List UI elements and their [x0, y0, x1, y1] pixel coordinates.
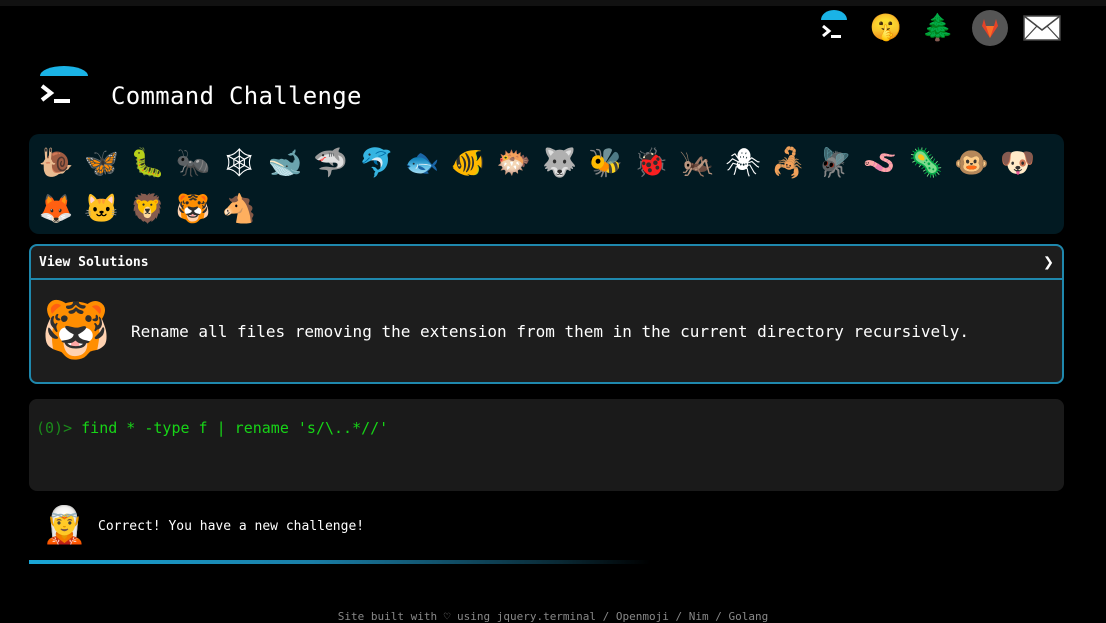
dolphin-icon[interactable]: 🐬 [354, 140, 400, 186]
terminal[interactable]: (0)> find * -type f | rename 's/\..*//' [29, 399, 1064, 491]
chevron-right-icon: ❯ [1043, 251, 1054, 273]
spider-web-icon[interactable]: 🕸 [216, 140, 262, 186]
horse-icon[interactable]: 🐴 [216, 186, 262, 232]
page-title: Command Challenge [111, 82, 362, 110]
challenge-text: Rename all files removing the extension … [131, 321, 970, 341]
terminal-logo-icon[interactable] [814, 10, 854, 46]
tropical-fish-icon[interactable]: 🐠 [445, 140, 491, 186]
challenge-animal-strip: 🐌 🦋 🐛 🐜 🕸 🐋 🦈 🐬 🐟 🐠 🐡 🐺 🐝 🐞 🦗 🕷 🦂 🪰 🪱 🦠 🐵 🐶 🦊 🐱 🦁 🐯 🐴 [29, 134, 1064, 234]
worm-icon[interactable]: 🪱 [857, 140, 903, 186]
elf-avatar-icon: 🧝 [42, 505, 87, 546]
cat-icon[interactable]: 🐱 [79, 186, 125, 232]
terminal-command-line[interactable]: (0)> find * -type f | rename 's/\..*//' [36, 419, 1057, 437]
spider-icon[interactable]: 🕷 [720, 140, 766, 186]
butterfly-icon[interactable]: 🦋 [79, 140, 125, 186]
gitlab-icon[interactable] [970, 10, 1010, 46]
top-border [0, 0, 1106, 6]
wolf-icon[interactable]: 🐺 [537, 140, 583, 186]
fish-icon[interactable]: 🐟 [399, 140, 445, 186]
bee-icon[interactable]: 🐝 [583, 140, 629, 186]
footer: Site built with ♡ using jquery.terminal … [337, 610, 769, 623]
tiger-icon[interactable]: 🐯 [170, 186, 216, 232]
result-message: 🧝 Correct! You have a new challenge! [42, 502, 364, 550]
microbe-icon[interactable]: 🦠 [903, 140, 949, 186]
cricket-icon[interactable]: 🦗 [674, 140, 720, 186]
shark-icon[interactable]: 🦈 [308, 140, 354, 186]
ant-icon[interactable]: 🐜 [170, 140, 216, 186]
dog-icon[interactable]: 🐶 [995, 140, 1041, 186]
progress-bar [29, 560, 1064, 564]
blowfish-icon[interactable]: 🐡 [491, 140, 537, 186]
fox-icon[interactable]: 🦊 [33, 186, 79, 232]
scorpion-icon[interactable]: 🦂 [766, 140, 812, 186]
challenge-description: 🐯 Rename all files removing the extensio… [31, 280, 1062, 382]
progress-fill [29, 560, 650, 564]
whale-icon[interactable]: 🐋 [262, 140, 308, 186]
solutions-panel: View Solutions ❯ 🐯 Rename all files remo… [29, 244, 1064, 384]
fly-icon[interactable]: 🪰 [812, 140, 858, 186]
view-solutions-label: View Solutions [39, 254, 149, 270]
tiger-icon: 🐯 [41, 298, 111, 363]
result-text: Correct! You have a new challenge! [98, 518, 365, 534]
prompt-prefix: (0)> [36, 419, 73, 437]
ladybug-icon[interactable]: 🐞 [628, 140, 674, 186]
caterpillar-icon[interactable]: 🐛 [125, 140, 171, 186]
terminal-logo-icon [38, 66, 90, 112]
snail-icon[interactable]: 🐌 [33, 140, 79, 186]
monkey-icon[interactable]: 🐵 [949, 140, 995, 186]
tree-icon[interactable]: 🌲 [918, 10, 958, 46]
shushing-face-icon[interactable]: 🤫 [866, 10, 906, 46]
lion-icon[interactable]: 🦁 [125, 186, 171, 232]
mail-icon[interactable] [1022, 10, 1062, 46]
top-nav-icons: 🤫 🌲 [814, 10, 1062, 46]
view-solutions-toggle[interactable]: View Solutions ❯ [31, 246, 1062, 280]
command-text: find * -type f | rename 's/\..*//' [81, 419, 389, 437]
